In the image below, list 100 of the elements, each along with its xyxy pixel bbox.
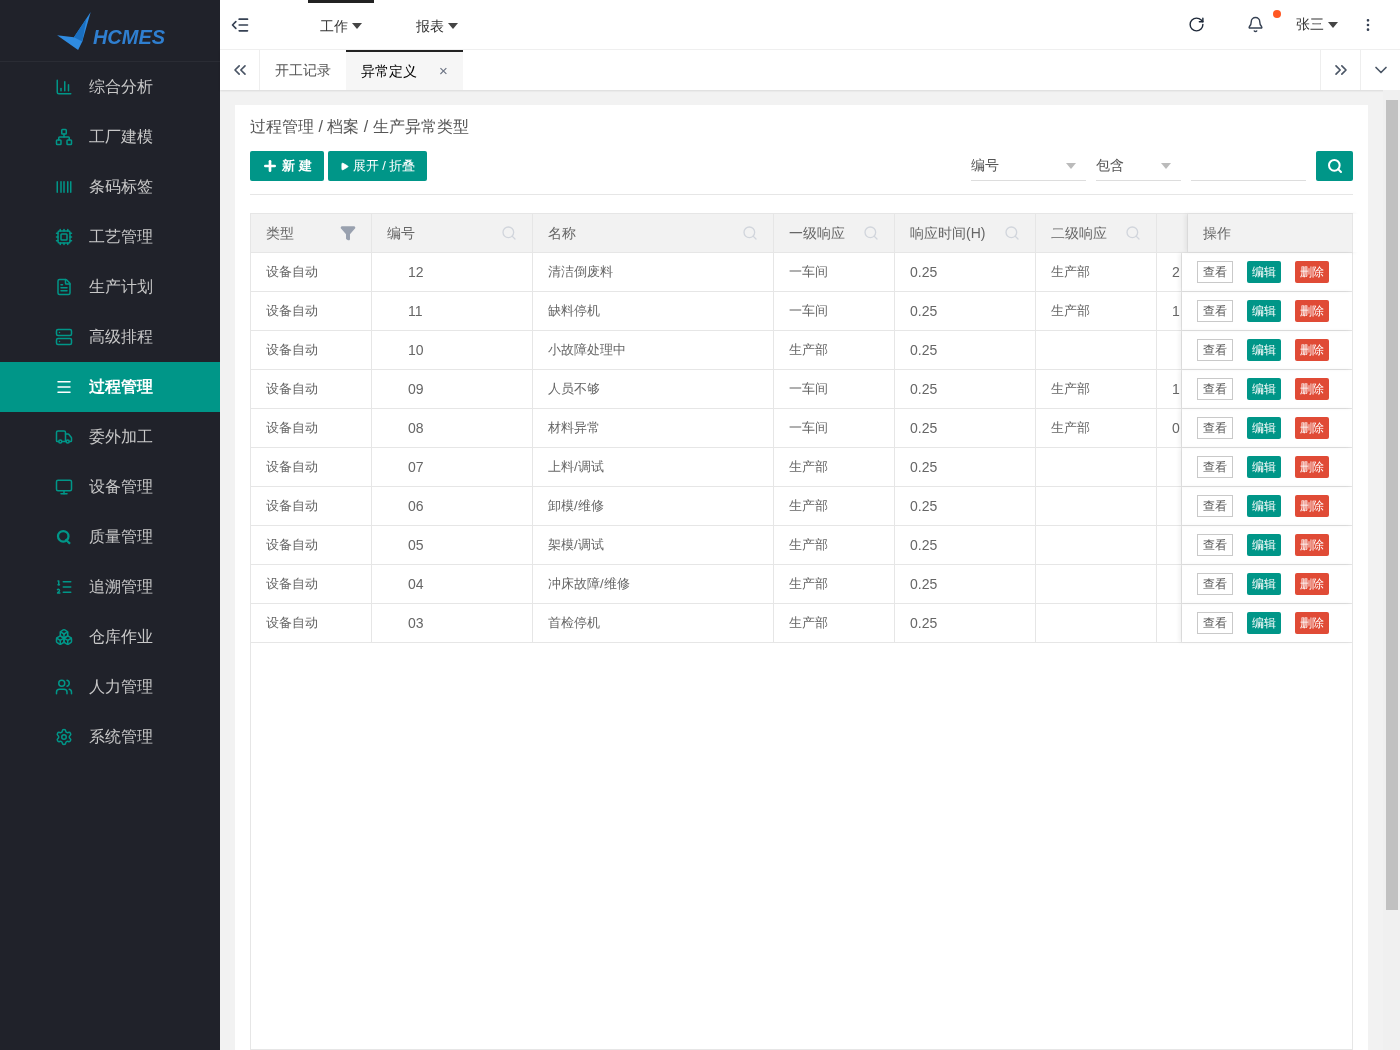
sidebar-item[interactable]: 设备管理 (0, 462, 220, 512)
table-cell: 生产部 (774, 565, 895, 603)
edit-button[interactable]: 编辑 (1247, 261, 1281, 283)
caret-icon (1161, 162, 1171, 169)
view-button[interactable]: 查看 (1197, 573, 1233, 595)
edit-button[interactable]: 编辑 (1247, 339, 1281, 361)
expand-collapse-button[interactable]: 展开 / 折叠 (327, 151, 428, 181)
edit-button[interactable]: 编辑 (1247, 573, 1281, 595)
delete-button[interactable]: 删除 (1295, 300, 1329, 322)
view-button[interactable]: 查看 (1197, 339, 1233, 361)
table-cell: 生产部 (1036, 409, 1157, 447)
breadcrumb: 过程管理 / 档案 / 生产异常类型 (250, 117, 470, 137)
caret-icon (352, 23, 362, 29)
delete-button[interactable]: 删除 (1295, 456, 1329, 478)
table-cell: 04 (372, 565, 533, 603)
table-cell: 生产部 (1036, 253, 1157, 291)
table-cell: 设备自动 (251, 487, 372, 525)
table-cell: 材料异常 (533, 409, 774, 447)
table-cell: 首检停机 (533, 604, 774, 642)
sidebar-item[interactable]: 条码标签 (0, 162, 220, 212)
view-button[interactable]: 查看 (1197, 534, 1233, 556)
table-cell: 上料/调试 (533, 448, 774, 486)
page-tab[interactable]: 异常定义 × (346, 50, 463, 90)
search-icon[interactable] (1004, 225, 1020, 241)
delete-button[interactable]: 删除 (1295, 534, 1329, 556)
edit-button[interactable]: 编辑 (1247, 612, 1281, 634)
view-button[interactable]: 查看 (1197, 417, 1233, 439)
sidebar-item[interactable]: 工厂建模 (0, 112, 220, 162)
bar-chart-icon (55, 78, 73, 96)
table-cell: 0.25 (895, 487, 1036, 525)
table-cell: 设备自动 (251, 409, 372, 447)
filter-icon[interactable] (340, 225, 356, 241)
delete-button[interactable]: 删除 (1295, 378, 1329, 400)
view-button[interactable]: 查看 (1197, 261, 1233, 283)
top-nav-item[interactable]: 报表 (404, 0, 470, 49)
sidebar-item[interactable]: 质量管理 (0, 512, 220, 562)
view-button[interactable]: 查看 (1197, 495, 1233, 517)
sidebar-item[interactable]: 工艺管理 (0, 212, 220, 262)
edit-button[interactable]: 编辑 (1247, 300, 1281, 322)
sidebar-item[interactable]: 过程管理 (0, 362, 220, 412)
refresh-icon[interactable] (1188, 16, 1205, 33)
sidebar-item[interactable]: 综合分析 (0, 62, 220, 112)
list-icon (55, 378, 73, 396)
edit-button[interactable]: 编辑 (1247, 495, 1281, 517)
delete-button[interactable]: 删除 (1295, 612, 1329, 634)
field-select[interactable]: 编号 (971, 151, 1086, 181)
table-cell: 0.25 (895, 253, 1036, 291)
search-icon[interactable] (501, 225, 517, 241)
table-cell: 人员不够 (533, 370, 774, 408)
view-button[interactable]: 查看 (1197, 456, 1233, 478)
bell-icon[interactable] (1247, 16, 1264, 33)
table-cell: 缺料停机 (533, 292, 774, 330)
view-button[interactable]: 查看 (1197, 300, 1233, 322)
server-icon (55, 328, 73, 346)
search-icon[interactable] (742, 225, 758, 241)
table-cell: 10 (372, 331, 533, 369)
operator-select[interactable]: 包含 (1096, 151, 1181, 181)
sidebar-item[interactable]: 追溯管理 (0, 562, 220, 612)
header-label: 编号 (387, 223, 415, 243)
table-cell: 0.25 (895, 292, 1036, 330)
sidebar-item[interactable]: 高级排程 (0, 312, 220, 362)
search-icon[interactable] (1125, 225, 1141, 241)
sidebar-item[interactable]: 人力管理 (0, 662, 220, 712)
table-cell: 生产部 (774, 487, 895, 525)
close-icon[interactable]: × (439, 59, 448, 83)
table-cell: 架模/调试 (533, 526, 774, 564)
sidebar-item[interactable]: 仓库作业 (0, 612, 220, 662)
table-cell: 06 (372, 487, 533, 525)
table-cell: 设备自动 (251, 604, 372, 642)
delete-button[interactable]: 删除 (1295, 339, 1329, 361)
sidebar-item[interactable]: 系统管理 (0, 712, 220, 762)
table-cell: 0.25 (895, 409, 1036, 447)
edit-button[interactable]: 编辑 (1247, 534, 1281, 556)
page-tab[interactable]: 开工记录 (260, 50, 346, 90)
delete-button[interactable]: 删除 (1295, 573, 1329, 595)
new-button[interactable]: 新 建 (250, 151, 324, 181)
user-menu[interactable]: 张三 (1296, 14, 1338, 35)
sidebar-item[interactable]: 委外加工 (0, 412, 220, 462)
view-button[interactable]: 查看 (1197, 612, 1233, 634)
view-button[interactable]: 查看 (1197, 378, 1233, 400)
delete-button[interactable]: 删除 (1295, 417, 1329, 439)
search-icon (1326, 158, 1343, 174)
search-icon[interactable] (863, 225, 879, 241)
edit-button[interactable]: 编辑 (1247, 417, 1281, 439)
boxes-icon (55, 628, 73, 646)
table-cell: 设备自动 (251, 370, 372, 408)
sidebar-item[interactable]: 生产计划 (0, 262, 220, 312)
table-cell: 生产部 (774, 604, 895, 642)
table-cell: 0.25 (895, 448, 1036, 486)
edit-button[interactable]: 编辑 (1247, 378, 1281, 400)
edit-button[interactable]: 编辑 (1247, 456, 1281, 478)
search-button[interactable] (1316, 151, 1353, 181)
delete-button[interactable]: 删除 (1295, 495, 1329, 517)
logo-text: HCMES (92, 24, 166, 50)
table-cell: 0.25 (895, 565, 1036, 603)
table-cell: 1 (1157, 370, 1182, 408)
delete-button[interactable]: 删除 (1295, 261, 1329, 283)
table-cell: 清洁倒废料 (533, 253, 774, 291)
table-cell: 冲床故障/维修 (533, 565, 774, 603)
q-letter-icon (55, 528, 73, 546)
